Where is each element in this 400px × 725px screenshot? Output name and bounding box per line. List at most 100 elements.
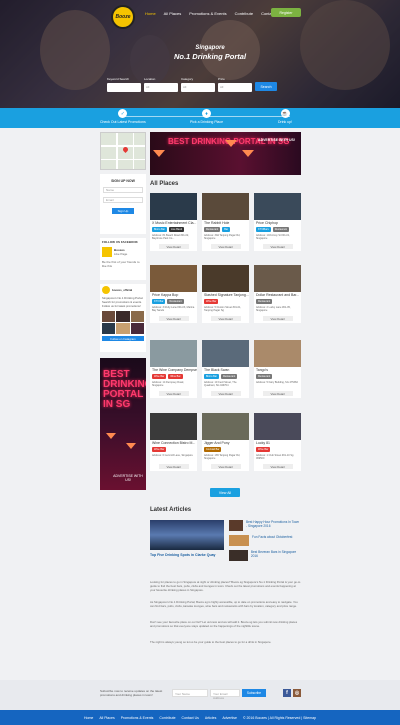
category-badge[interactable]: Restaurant [256,374,273,379]
view-detail-button[interactable]: View Detail [210,244,241,249]
instagram-photo[interactable] [116,323,130,334]
search-button[interactable]: Search [255,82,277,91]
signup-email-input[interactable]: Email [103,197,143,203]
place-card[interactable]: The Wine Company Dempse... Wine Bar Wine B… [150,340,197,398]
place-card[interactable]: Jigger And Pony Cocktail Bar Address: 165 … [202,413,249,471]
follow-instagram-button[interactable]: Follow on Instagram [102,336,144,341]
category-badge[interactable]: Restaurant [204,227,221,232]
signup-name-input[interactable]: Name [103,187,143,193]
main-nav: Home All Places Promotions & Events Cont… [145,11,281,16]
place-image[interactable] [254,193,301,220]
footer-link-contribute[interactable]: Contribute [159,716,175,720]
instagram-photo[interactable] [130,311,144,322]
view-detail-button[interactable]: View Detail [158,244,189,249]
place-card[interactable]: X Music Entertainment Cla... Bistro Bar Li… [150,193,197,251]
category-badge[interactable]: Bar [222,227,231,232]
category-badge[interactable]: KTV Bar [152,299,166,304]
place-card[interactable]: Price Kappa Bop KTV Bar Restaurant Address:… [150,265,197,323]
view-all-button[interactable]: View All [210,488,240,497]
footer-link-all-places[interactable]: All Places [99,716,114,720]
place-card[interactable]: The Black Swan Bistro Bar Restaurant Addres… [202,340,249,398]
view-detail-button[interactable]: View Detail [262,244,293,249]
category-badge[interactable]: Restaurant [220,374,238,379]
register-button[interactable]: Register [271,8,301,17]
view-detail-button[interactable]: View Detail [262,464,293,469]
category-badge[interactable]: KTV/Bars [256,227,271,232]
instagram-avatar[interactable] [102,286,110,294]
place-image[interactable] [150,413,197,440]
place-image[interactable] [202,193,249,220]
main-advert-banner[interactable]: BEST DRINKING PORTAL IN SG ADVERTISE WIT… [150,132,301,175]
category-badge[interactable]: Restaurant [256,299,273,304]
view-detail-button[interactable]: View Detail [210,464,241,469]
view-detail-button[interactable]: View Detail [210,391,241,396]
view-detail-button[interactable]: View Detail [262,316,293,321]
location-select[interactable]: All [144,83,178,92]
instagram-photo[interactable] [102,323,116,334]
article-item[interactable]: Best Happy Hour Promotions In Town - Sin… [229,520,301,531]
place-card[interactable]: The Rabbit Hole Restaurant Bar Address: 39A… [202,193,249,251]
category-badge[interactable]: Bistro Bar [204,374,219,379]
place-image[interactable] [202,265,249,292]
instagram-photo[interactable] [102,311,116,322]
nav-all-places[interactable]: All Places [164,11,182,16]
instagram-photo[interactable] [130,323,144,334]
article-main-image[interactable] [150,520,224,550]
nav-promotions[interactable]: Promotions & Events [189,11,226,16]
subscribe-button[interactable]: Subscribe [242,689,266,697]
article-main-title[interactable]: Top Five Drinking Spots in Clarke Quay [150,553,215,557]
category-badge[interactable]: Wine Bar [256,447,271,452]
view-detail-button[interactable]: View Detail [262,391,293,396]
category-badge[interactable]: Restaurant [272,227,289,232]
view-detail-button[interactable]: View Detail [158,316,189,321]
category-badge[interactable]: Wine Bar [168,374,183,379]
place-card[interactable]: Price Chiphop KTV/Bars Restaurant Address: … [254,193,301,251]
place-card[interactable]: Tango's Restaurant Address: 5 Fairy Buildi… [254,340,301,398]
category-badge[interactable]: Bistro Bar [152,227,167,232]
site-logo[interactable]: Booze [111,5,135,29]
place-card[interactable]: Lucky 81 Wine Bar Address: 1 Club Street #… [254,413,301,471]
category-badge[interactable]: Wine Bar [204,299,219,304]
place-card[interactable]: Wine Connection Bistro M... Wine Bar Addre… [150,413,197,471]
instagram-icon[interactable]: ◎ [293,689,301,697]
view-detail-button[interactable]: View Detail [210,316,241,321]
place-image[interactable] [202,413,249,440]
newsletter-name-input[interactable]: Your Name [172,689,208,697]
facebook-icon[interactable]: f [283,689,291,697]
view-detail-button[interactable]: View Detail [158,464,189,469]
place-image[interactable] [150,340,197,367]
footer-link-home[interactable]: Home [84,716,93,720]
keyword-search-input[interactable] [107,83,141,92]
place-image[interactable] [254,340,301,367]
footer-link-advertise[interactable]: Advertise [222,716,237,720]
category-badge[interactable]: Wine Bar [152,447,167,452]
footer-link-promotions[interactable]: Promotions & Events [121,716,154,720]
place-image[interactable] [202,340,249,367]
category-badge[interactable]: Wine Bar [152,374,167,379]
newsletter-email-input[interactable]: Your Email Address [210,689,240,700]
nav-home[interactable]: Home [145,11,156,16]
category-badge[interactable]: Cocktail Bar [204,447,222,452]
article-item[interactable]: Best Beveran Bars in Singapore 2016 [229,550,301,561]
price-select[interactable]: All [218,83,252,92]
place-image[interactable] [254,413,301,440]
place-card[interactable]: Dollar Restaurant and Bar... Restaurant Ad… [254,265,301,323]
category-badge[interactable]: Restaurant [167,299,184,304]
place-image[interactable] [150,265,197,292]
footer-link-contact[interactable]: Contact Us [182,716,199,720]
article-item[interactable]: Fun Facts about Oktoberfest [229,535,301,546]
nav-contribute[interactable]: Contribute [235,11,253,16]
view-detail-button[interactable]: View Detail [158,391,189,396]
place-card[interactable]: Slashed Signature Tanjong... Wine Bar Addr… [202,265,249,323]
signup-button[interactable]: Sign Up [112,208,134,214]
fb-like-button[interactable]: Like Page [114,252,127,256]
place-image[interactable] [150,193,197,220]
footer-link-articles[interactable]: Articles [205,716,216,720]
category-badge[interactable]: Live Band [168,227,185,232]
category-select[interactable]: All [181,83,215,92]
sidebar-advert[interactable]: BEST DRINKING PORTAL IN SG ADVERTISE WIT… [100,358,146,490]
instagram-photo[interactable] [116,311,130,322]
facebook-page-avatar[interactable] [102,247,112,257]
place-image[interactable] [254,265,301,292]
location-map[interactable] [100,132,146,170]
